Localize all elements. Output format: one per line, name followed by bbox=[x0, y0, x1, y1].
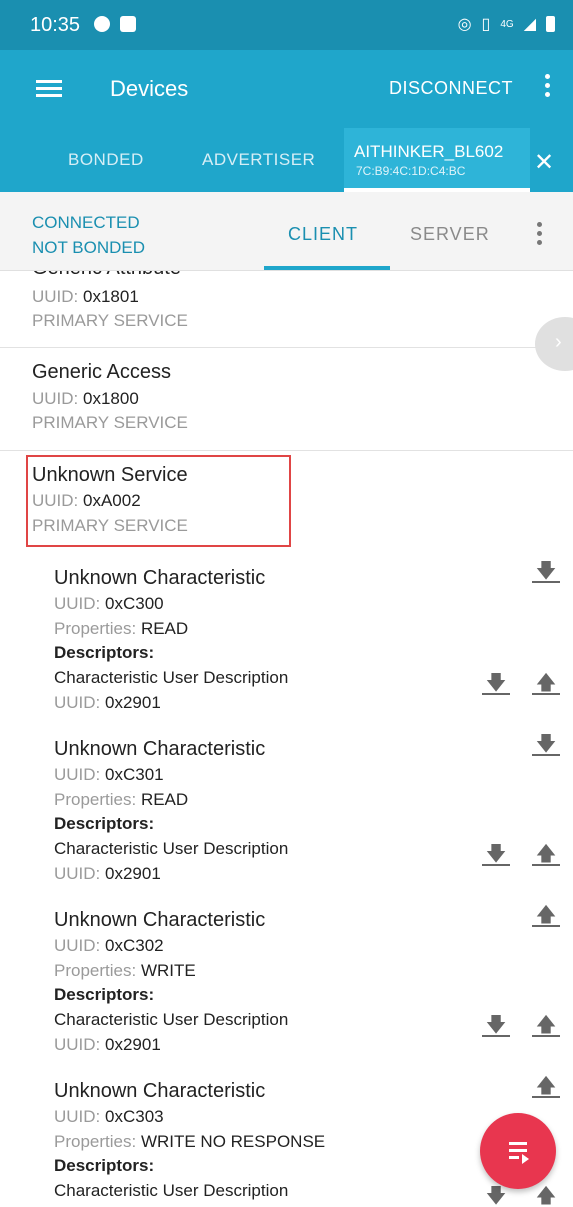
descriptors-heading: Descriptors: bbox=[54, 643, 155, 662]
app-bar: Devices DISCONNECT bbox=[0, 50, 573, 128]
close-icon[interactable]: ✕ bbox=[534, 148, 554, 177]
service-name: Generic Access bbox=[32, 361, 171, 383]
service-uuid: UUID: 0x1801 bbox=[32, 287, 139, 306]
tab-advertiser[interactable]: ADVERTISER bbox=[202, 150, 315, 170]
bond-state: NOT BONDED bbox=[32, 238, 146, 257]
descriptor-name: Characteristic User Description bbox=[54, 668, 289, 687]
tab-bonded[interactable]: BONDED bbox=[68, 150, 144, 170]
tab-client[interactable]: CLIENT bbox=[264, 192, 390, 270]
characteristic-name: Unknown Characteristic bbox=[54, 1080, 266, 1102]
characteristic-properties: Properties: WRITE NO RESPONSE bbox=[54, 1132, 326, 1151]
services-list[interactable]: Generic Attribute UUID: 0x1801 PRIMARY S… bbox=[0, 271, 573, 1207]
descriptors-heading: Descriptors: bbox=[54, 814, 155, 833]
service-name: Generic Attribute bbox=[32, 271, 181, 280]
tab-device[interactable]: AITHINKER_BL602 7C:B9:4C:1D:C4:BC bbox=[344, 128, 530, 192]
characteristic-item[interactable]: Unknown Characteristic UUID: 0xC301 Prop… bbox=[0, 734, 573, 909]
characteristic-name: Unknown Characteristic bbox=[54, 738, 266, 760]
image-notification-icon bbox=[120, 16, 136, 32]
read-descriptor-icon[interactable]: 🡇 bbox=[482, 840, 510, 868]
read-value-icon[interactable]: 🡇 bbox=[532, 730, 560, 758]
battery-icon bbox=[546, 16, 555, 32]
divider bbox=[0, 347, 573, 348]
connection-bar: CONNECTED NOT BONDED CLIENT SERVER bbox=[0, 192, 573, 271]
characteristic-uuid: UUID: 0xC300 bbox=[54, 594, 164, 613]
write-descriptor-icon[interactable]: 🡅 bbox=[532, 1011, 560, 1039]
characteristic-properties: Properties: READ bbox=[54, 790, 189, 809]
write-descriptor-icon[interactable]: 🡅 bbox=[532, 1182, 560, 1207]
device-tab-bar: BONDED ADVERTISER AITHINKER_BL602 7C:B9:… bbox=[0, 128, 573, 192]
characteristic-uuid: UUID: 0xC301 bbox=[54, 765, 164, 784]
read-descriptor-icon[interactable]: 🡇 bbox=[482, 669, 510, 697]
characteristic-properties: Properties: WRITE bbox=[54, 961, 196, 980]
descriptors-heading: Descriptors: bbox=[54, 985, 155, 1004]
descriptor-name: Characteristic User Description bbox=[54, 839, 289, 858]
chevron-right-icon: › bbox=[555, 331, 562, 353]
client-overflow-icon[interactable] bbox=[537, 222, 543, 249]
page-title: Devices bbox=[110, 76, 189, 101]
characteristic-item[interactable]: Unknown Characteristic UUID: 0xC300 Prop… bbox=[0, 561, 573, 738]
status-time: 10:35 bbox=[30, 14, 81, 36]
message-notification-icon bbox=[94, 16, 110, 32]
descriptor-uuid: UUID: 0x2901 bbox=[54, 864, 161, 883]
descriptor-uuid: UUID: 0x2901 bbox=[54, 693, 161, 712]
highlight-box bbox=[26, 455, 291, 547]
characteristic-item[interactable]: Unknown Characteristic UUID: 0xC302 Prop… bbox=[0, 905, 573, 1080]
write-descriptor-icon[interactable]: 🡅 bbox=[532, 669, 560, 697]
overflow-menu-icon[interactable] bbox=[545, 74, 551, 101]
active-tab-indicator bbox=[264, 266, 390, 270]
descriptors-heading: Descriptors: bbox=[54, 1156, 155, 1175]
read-descriptor-icon[interactable]: 🡇 bbox=[482, 1011, 510, 1039]
disconnect-button[interactable]: DISCONNECT bbox=[389, 78, 513, 99]
hotspot-icon: ◎ bbox=[457, 16, 472, 33]
tab-client-label: CLIENT bbox=[288, 224, 359, 244]
write-value-icon[interactable]: 🡅 bbox=[532, 901, 560, 929]
device-address: 7C:B9:4C:1D:C4:BC bbox=[356, 164, 466, 178]
menu-icon[interactable] bbox=[36, 80, 62, 98]
device-name: AITHINKER_BL602 bbox=[354, 142, 504, 161]
service-type: PRIMARY SERVICE bbox=[32, 311, 188, 330]
vibrate-icon: ▯ bbox=[481, 16, 491, 33]
tab-server[interactable]: SERVER bbox=[410, 224, 490, 245]
characteristic-name: Unknown Characteristic bbox=[54, 567, 266, 589]
descriptor-name: Characteristic User Description bbox=[54, 1010, 289, 1029]
read-value-icon[interactable]: 🡇 bbox=[532, 557, 560, 585]
log-fab-button[interactable] bbox=[480, 1113, 556, 1189]
characteristic-uuid: UUID: 0xC303 bbox=[54, 1107, 164, 1126]
network-type: 4G bbox=[500, 18, 514, 30]
status-bar: 10:35 ◎ ▯ 4G ◢ bbox=[0, 0, 573, 50]
characteristic-uuid: UUID: 0xC302 bbox=[54, 936, 164, 955]
descriptor-name: Characteristic User Description bbox=[54, 1181, 289, 1200]
signal-icon: ◢ bbox=[523, 16, 536, 33]
characteristic-properties: Properties: READ bbox=[54, 619, 189, 638]
write-value-icon[interactable]: 🡅 bbox=[532, 1072, 560, 1100]
service-uuid: UUID: 0x1800 bbox=[32, 389, 139, 408]
descriptor-uuid: UUID: 0x2901 bbox=[54, 1035, 161, 1054]
connection-status: CONNECTED NOT BONDED bbox=[32, 210, 145, 260]
divider bbox=[0, 450, 573, 451]
service-type: PRIMARY SERVICE bbox=[32, 413, 188, 432]
connection-state: CONNECTED bbox=[32, 213, 140, 232]
write-descriptor-icon[interactable]: 🡅 bbox=[532, 840, 560, 868]
characteristic-name: Unknown Characteristic bbox=[54, 909, 266, 931]
